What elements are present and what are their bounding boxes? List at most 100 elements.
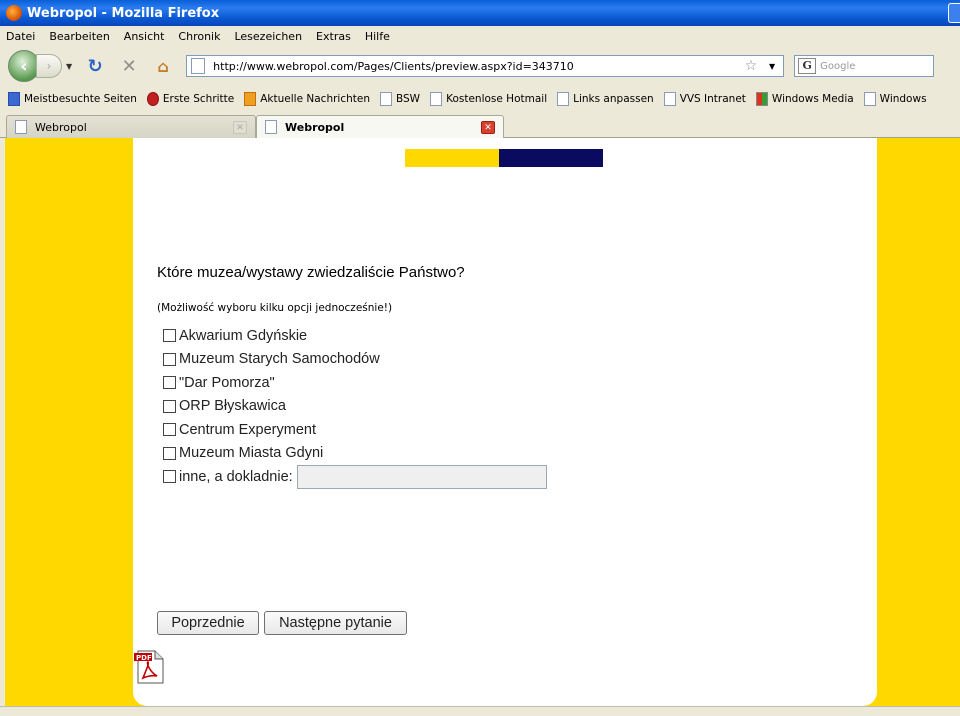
menu-item-extras[interactable]: Extras <box>316 30 351 43</box>
bookmark-bsw[interactable]: BSW <box>380 92 420 106</box>
status-bar <box>0 706 960 716</box>
bookmark-windows-media[interactable]: Windows Media <box>755 92 854 106</box>
checkbox[interactable] <box>163 376 176 390</box>
windows-media-icon <box>755 92 768 106</box>
question-title: Które muzea/wystawy zwiedzaliście Państw… <box>157 264 465 281</box>
back-arrow-icon: ‹ <box>20 55 28 77</box>
option-muzeum-miasta-gdyni[interactable]: Muzeum Miasta Gdyni <box>163 442 547 466</box>
url-bar[interactable]: http://www.webropol.com/Pages/Clients/pr… <box>186 55 785 77</box>
logo-yellow-block <box>405 149 499 167</box>
menu-item-bearbeiten[interactable]: Bearbeiten <box>49 30 109 43</box>
webropol-logo-bar <box>405 149 603 167</box>
firefox-icon <box>6 5 22 21</box>
question-hint: (Możliwość wyboru kilku opcji jednocześn… <box>157 302 393 314</box>
bookmark-links-anpassen[interactable]: Links anpassen <box>557 92 654 106</box>
next-question-button[interactable]: Następne pytanie <box>264 611 407 635</box>
most-visited-icon <box>8 92 20 106</box>
option-label: "Dar Pomorza" <box>179 374 275 391</box>
tab-bar: Webropol ✕ Webropol ✕ <box>0 112 960 138</box>
menu-item-ansicht[interactable]: Ansicht <box>124 30 165 43</box>
page-icon <box>380 92 392 106</box>
page-icon <box>191 58 206 74</box>
options-list: Akwarium Gdyńskie Muzeum Starych Samocho… <box>163 324 547 489</box>
option-orp-blyskawica[interactable]: ORP Błyskawica <box>163 395 547 419</box>
page-icon <box>663 92 676 106</box>
bookmark-label: Meistbesuchte Seiten <box>24 93 137 105</box>
option-centrum-experyment[interactable]: Centrum Experyment <box>163 418 547 442</box>
bookmark-aktuelle-nachrichten[interactable]: Aktuelle Nachrichten <box>244 92 370 106</box>
menu-item-hilfe[interactable]: Hilfe <box>365 30 390 43</box>
option-label: inne, a dokladnie: <box>179 468 293 485</box>
window-title: Webropol - Mozilla Firefox <box>27 5 220 21</box>
close-tab-icon[interactable]: ✕ <box>233 121 247 134</box>
tab-label: Webropol <box>285 120 345 134</box>
firefox-icon <box>146 92 159 106</box>
pdf-icon[interactable]: PDF <box>133 650 165 684</box>
option-muzeum-starych-samochodow[interactable]: Muzeum Starych Samochodów <box>163 348 547 372</box>
navigation-toolbar: ‹ › ▼ ↻ ✕ ⌂ http://www.webropol.com/Page… <box>0 46 960 86</box>
bookmark-label: Links anpassen <box>573 93 654 105</box>
other-text-input[interactable] <box>296 464 547 489</box>
url-text: http://www.webropol.com/Pages/Clients/pr… <box>213 59 574 73</box>
logo-navy-block <box>499 149 603 167</box>
bookmark-vvs-intranet[interactable]: VVS Intranet <box>663 92 746 106</box>
menu-item-chronik[interactable]: Chronik <box>178 30 220 43</box>
close-tab-icon[interactable]: ✕ <box>481 121 495 134</box>
bookmark-label: BSW <box>396 93 421 105</box>
history-dropdown-icon[interactable]: ▼ <box>66 62 72 71</box>
page-icon <box>430 92 443 106</box>
page-icon <box>265 120 277 134</box>
bookmark-label: Windows Media <box>771 93 854 105</box>
svg-text:PDF: PDF <box>136 654 152 662</box>
bookmark-kostenlose-hotmail[interactable]: Kostenlose Hotmail <box>430 92 547 106</box>
url-dropdown-icon[interactable]: ▼ <box>769 62 775 71</box>
reload-icon[interactable]: ↻ <box>83 54 107 78</box>
window-titlebar: Webropol - Mozilla Firefox <box>0 0 960 26</box>
home-icon[interactable]: ⌂ <box>151 54 175 78</box>
menu-bar: Datei Bearbeiten Ansicht Chronik Lesezei… <box>0 26 960 46</box>
window-control-button[interactable] <box>948 3 960 23</box>
menu-item-datei[interactable]: Datei <box>6 30 35 43</box>
checkbox[interactable] <box>163 399 176 413</box>
checkbox[interactable] <box>163 352 176 366</box>
search-placeholder: Google <box>820 60 856 72</box>
page-icon <box>557 92 570 106</box>
bookmark-label: Kostenlose Hotmail <box>446 93 548 105</box>
tab-webropol-1[interactable]: Webropol ✕ <box>6 115 256 138</box>
checkbox[interactable] <box>163 446 176 460</box>
bookmarks-bar: Meistbesuchte Seiten Erste Schritte Aktu… <box>0 88 960 110</box>
bookmark-label: Erste Schritte <box>162 93 235 105</box>
bookmark-erste-schritte[interactable]: Erste Schritte <box>146 92 235 106</box>
bookmark-label: VVS Intranet <box>679 93 746 105</box>
checkbox[interactable] <box>163 329 176 343</box>
forward-button[interactable]: › <box>36 54 62 78</box>
option-label: Muzeum Starych Samochodów <box>179 351 380 368</box>
bookmark-label: Windows <box>879 93 927 105</box>
option-akwarium[interactable]: Akwarium Gdyńskie <box>163 324 547 348</box>
checkbox[interactable] <box>163 470 176 484</box>
option-inne[interactable]: inne, a dokladnie: <box>163 464 547 489</box>
option-dar-pomorza[interactable]: "Dar Pomorza" <box>163 371 547 395</box>
bookmark-windows[interactable]: Windows <box>863 92 927 106</box>
option-label: ORP Błyskawica <box>179 398 286 415</box>
option-label: Muzeum Miasta Gdyni <box>179 445 324 462</box>
bookmark-star-icon[interactable]: ☆ <box>745 58 758 74</box>
stop-icon[interactable]: ✕ <box>117 54 141 78</box>
page-icon <box>863 92 876 106</box>
checkbox[interactable] <box>163 423 176 437</box>
bookmark-meistbesuchte-seiten[interactable]: Meistbesuchte Seiten <box>8 92 137 106</box>
bookmark-label: Aktuelle Nachrichten <box>260 93 370 105</box>
option-label: Akwarium Gdyńskie <box>179 327 308 344</box>
option-label: Centrum Experyment <box>179 421 316 438</box>
page-icon <box>15 120 27 134</box>
tab-webropol-2[interactable]: Webropol ✕ <box>256 115 504 138</box>
search-input[interactable]: G Google <box>794 55 935 77</box>
previous-button[interactable]: Poprzednie <box>157 611 259 635</box>
menu-item-lesezeichen[interactable]: Lesezeichen <box>234 30 302 43</box>
survey-content: Które muzea/wystawy zwiedzaliście Państw… <box>133 138 877 706</box>
page-viewport: Które muzea/wystawy zwiedzaliście Państw… <box>5 138 960 706</box>
forward-arrow-icon: › <box>46 59 52 73</box>
rss-icon <box>244 92 257 106</box>
google-icon[interactable]: G <box>798 58 817 74</box>
tab-label: Webropol <box>35 120 87 134</box>
